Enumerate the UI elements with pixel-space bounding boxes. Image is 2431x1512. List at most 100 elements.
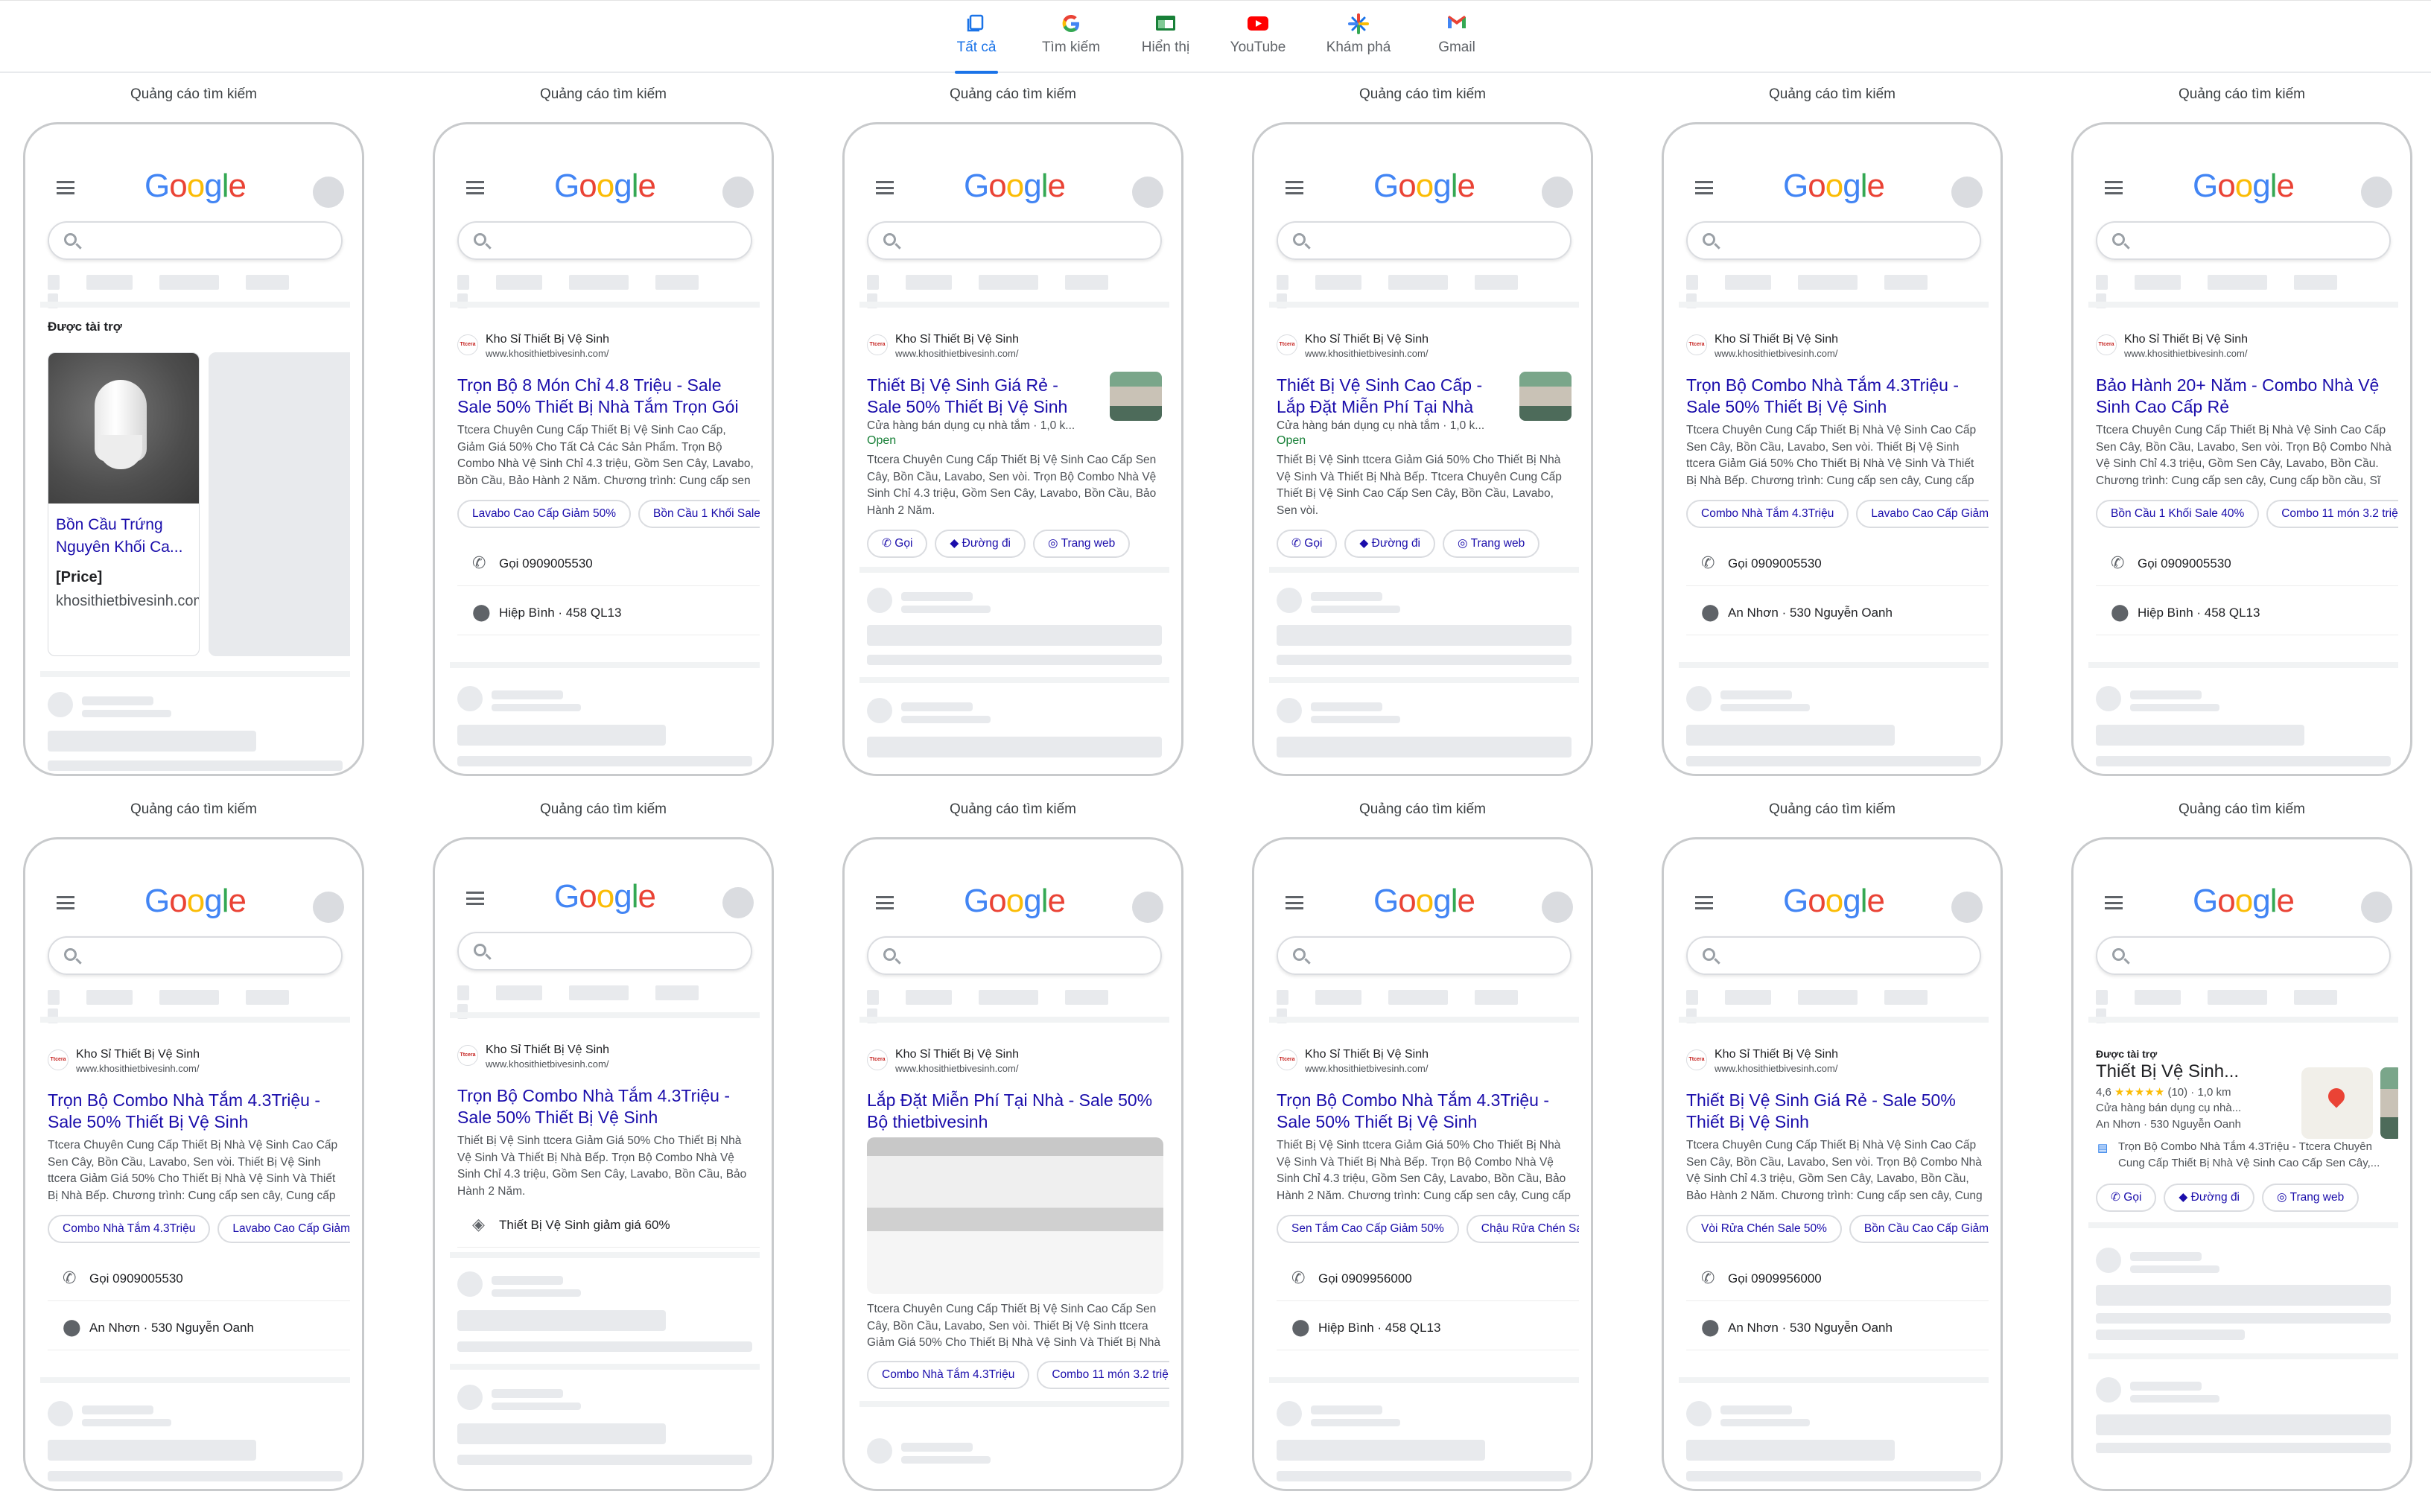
promotion-extension[interactable]: ◈ Thiết Bị Vệ Sinh giảm giá 60% <box>457 1203 760 1248</box>
ad-description: Ttcera Chuyên Cung Cấp Thiết Bị Nhà Vệ S… <box>2096 424 2392 487</box>
location-extension[interactable]: ⬤ Hiệp Bình · 458 QL13 <box>457 591 760 635</box>
search-input[interactable] <box>867 936 1162 975</box>
preview-type-label: Quảng cáo tìm kiếm <box>539 86 667 102</box>
google-logo: Google <box>554 168 656 204</box>
display-url: www.khosithietbivesinh.com/ <box>1715 1063 1838 1074</box>
search-input[interactable] <box>457 932 752 971</box>
call-extension[interactable]: ✆ Gọi 0909005530 <box>457 541 760 586</box>
search-input[interactable] <box>48 221 343 260</box>
tab-label: YouTube <box>1230 39 1286 55</box>
shopping-card-placeholder <box>209 352 350 656</box>
search-input[interactable] <box>48 936 343 975</box>
sitelinks: Lavabo Cao Cấp Giảm 50% Bồn Cầu 1 Khối Sa… <box>457 500 760 528</box>
star-rating-icon: ★★★★★ <box>2114 1086 2165 1099</box>
search-icon <box>1293 233 1306 246</box>
sitelink[interactable]: Bồn Cầu 1 Khối Sale 40% <box>2096 500 2260 528</box>
phone-preview: Google Ttcera Kho Sỉ Thiết Bị Vệ Sinh ww… <box>842 837 1183 1491</box>
tab-all[interactable]: Tất cả <box>955 13 998 74</box>
search-input[interactable] <box>1277 221 1572 260</box>
sitelink[interactable]: Sen Tắm Cao Cấp Giảm 50% <box>1277 1215 1459 1243</box>
search-icon <box>2112 948 2125 961</box>
ad-headline[interactable]: Trọn Bộ Combo Nhà Tắm 4.3Triệu - Sale 50… <box>1277 1090 1574 1133</box>
product-image <box>48 353 199 504</box>
sitelink[interactable]: Combo Nhà Tắm 4.3Triệu <box>867 1361 1030 1389</box>
location-extension[interactable]: ⬤ Hiệp Bình · 458 QL13 <box>1277 1306 1579 1350</box>
promotion-line: ▤ Trọn Bộ Combo Nhà Tắm 4.3Triệu - Ttcera… <box>2097 1140 2380 1169</box>
location-extension[interactable]: ⬤ Hiệp Bình · 458 QL13 <box>2096 591 2398 635</box>
location-extension[interactable]: ⬤ An Nhơn · 530 Nguyễn Oanh <box>1686 1306 1989 1350</box>
product-title[interactable]: Bồn Cầu Trứng Nguyên Khối Ca... <box>56 514 194 559</box>
sitelink[interactable]: Chậu Rửa Chén Sa <box>1466 1215 1579 1243</box>
sitelink[interactable]: Combo 11 món 3.2 triệ <box>2266 500 2398 528</box>
skeleton <box>48 1440 256 1461</box>
search-input[interactable] <box>1686 221 1981 260</box>
website-button[interactable]: ◎ Trang web <box>1033 530 1131 558</box>
call-button[interactable]: ✆ Gọi <box>2096 1184 2157 1212</box>
sitelink[interactable]: Combo Nhà Tắm 4.3Triệu <box>48 1215 211 1243</box>
sitelink[interactable]: Vòi Rửa Chén Sale 50% <box>1686 1215 1842 1243</box>
location-extension[interactable]: ⬤ An Nhơn · 530 Nguyễn Oanh <box>1686 591 1989 635</box>
skeleton <box>457 1341 752 1352</box>
sitelink[interactable]: Bồn Cầu Cao Cấp Giảm <box>1849 1215 1989 1243</box>
sitelink[interactable]: Lavabo Cao Cấp Giảm <box>217 1215 350 1243</box>
advertiser-name: Kho Sỉ Thiết Bị Vệ Sinh <box>76 1048 200 1061</box>
sitelink[interactable]: Combo Nhà Tắm 4.3Triệu <box>1686 500 1849 528</box>
call-button[interactable]: ✆ Gọi <box>1277 530 1338 558</box>
search-input[interactable] <box>1277 936 1572 975</box>
website-button[interactable]: ◎ Trang web <box>2262 1184 2360 1212</box>
location-pin-icon: ⬤ <box>1701 1318 1720 1336</box>
skeleton <box>2130 1252 2202 1261</box>
sitelink[interactable]: Combo 11 món 3.2 triệ <box>1037 1361 1169 1389</box>
business-name[interactable]: Thiết Bị Vệ Sinh... <box>2096 1061 2239 1082</box>
tab-display[interactable]: Hiển thị <box>1137 13 1194 66</box>
location-extension[interactable]: ⬤ An Nhơn · 530 Nguyễn Oanh <box>48 1306 350 1350</box>
search-input[interactable] <box>457 221 752 260</box>
ad-headline[interactable]: Trọn Bộ Combo Nhà Tắm 4.3Triệu - Sale 50… <box>1686 375 1984 418</box>
directions-button[interactable]: ◆ Đường đi <box>2164 1184 2255 1212</box>
ad-headline[interactable]: Trọn Bộ Combo Nhà Tắm 4.3Triệu - Sale 50… <box>457 1085 755 1128</box>
shopping-card[interactable]: Bồn Cầu Trứng Nguyên Khối Ca... [Price] … <box>48 352 200 656</box>
directions-button[interactable]: ◆ Đường đi <box>935 530 1026 558</box>
sitelink[interactable]: Bồn Cầu 1 Khối Sale <box>638 500 760 528</box>
display-url: www.khosithietbivesinh.com/ <box>1305 1063 1429 1074</box>
action-buttons: ✆ Gọi ◆ Đường đi ◎ Trang web <box>2096 1184 2398 1212</box>
sitelink[interactable]: Lavabo Cao Cấp Giảm 50% <box>457 500 632 528</box>
skeleton <box>1311 1419 1400 1426</box>
call-button[interactable]: ✆ Gọi <box>867 530 928 558</box>
display-url: www.khosithietbivesinh.com/ <box>1715 348 1838 359</box>
ad-headline[interactable]: Thiết Bị Vệ Sinh Giá Rẻ - Sale 50% Thiết… <box>867 375 1090 418</box>
ad-headline[interactable]: Bảo Hành 20+ Năm - Combo Nhà Vệ Sinh Cao… <box>2096 375 2394 418</box>
divider <box>2088 1222 2398 1228</box>
search-input[interactable] <box>1686 936 1981 975</box>
tab-youtube[interactable]: YouTube <box>1228 13 1288 66</box>
ad-headline[interactable]: Thiết Bị Vệ Sinh Giá Rẻ - Sale 50% Thiết… <box>1686 1090 1984 1133</box>
chip-placeholders <box>48 990 350 1023</box>
advertiser-name: Kho Sỉ Thiết Bị Vệ Sinh <box>1305 333 1429 346</box>
ad-headline[interactable]: Thiết Bị Vệ Sinh Cao Cấp - Lắp Đặt Miễn … <box>1277 375 1500 418</box>
search-input[interactable] <box>2096 221 2391 260</box>
call-extension[interactable]: ✆ Gọi 0909005530 <box>2096 541 2398 586</box>
preview-type-label: Quảng cáo tìm kiếm <box>539 801 667 817</box>
call-extension[interactable]: ✆ Gọi 0909956000 <box>1686 1257 1989 1301</box>
tab-discover[interactable]: Khám phá <box>1323 13 1394 66</box>
avatar <box>722 887 754 918</box>
ad-headline[interactable]: Trọn Bộ 8 Món Chỉ 4.8 Triệu - Sale Sale … <box>457 375 755 418</box>
website-button[interactable]: ◎ Trang web <box>1443 530 1540 558</box>
directions-button[interactable]: ◆ Đường đi <box>1344 530 1436 558</box>
product-domain: khosithietbivesinh.com <box>56 593 200 609</box>
skeleton <box>1311 716 1400 723</box>
phone-preview: Google Ttcera Kho Sỉ Thiết Bị Vệ Sinh ww… <box>842 122 1183 776</box>
divider <box>40 1377 350 1383</box>
sitelink[interactable]: Lavabo Cao Cấp Giảm <box>1856 500 1989 528</box>
skeleton <box>1311 592 1382 601</box>
tab-gmail[interactable]: Gmail <box>1436 13 1478 66</box>
ad-headline[interactable]: Lắp Đặt Miễn Phí Tại Nhà - Sale 50% Bộ t… <box>867 1090 1165 1133</box>
call-extension[interactable]: ✆ Gọi 0909005530 <box>48 1257 350 1301</box>
search-input[interactable] <box>867 221 1162 260</box>
advertiser-name: Kho Sỉ Thiết Bị Vệ Sinh <box>486 333 610 346</box>
call-extension[interactable]: ✆ Gọi 0909005530 <box>1686 541 1989 586</box>
call-extension[interactable]: ✆ Gọi 0909956000 <box>1277 1257 1579 1301</box>
tab-search[interactable]: Tìm kiếm <box>1040 13 1102 66</box>
search-input[interactable] <box>2096 936 2391 975</box>
ad-headline[interactable]: Trọn Bộ Combo Nhà Tắm 4.3Triệu - Sale 50… <box>48 1090 346 1133</box>
